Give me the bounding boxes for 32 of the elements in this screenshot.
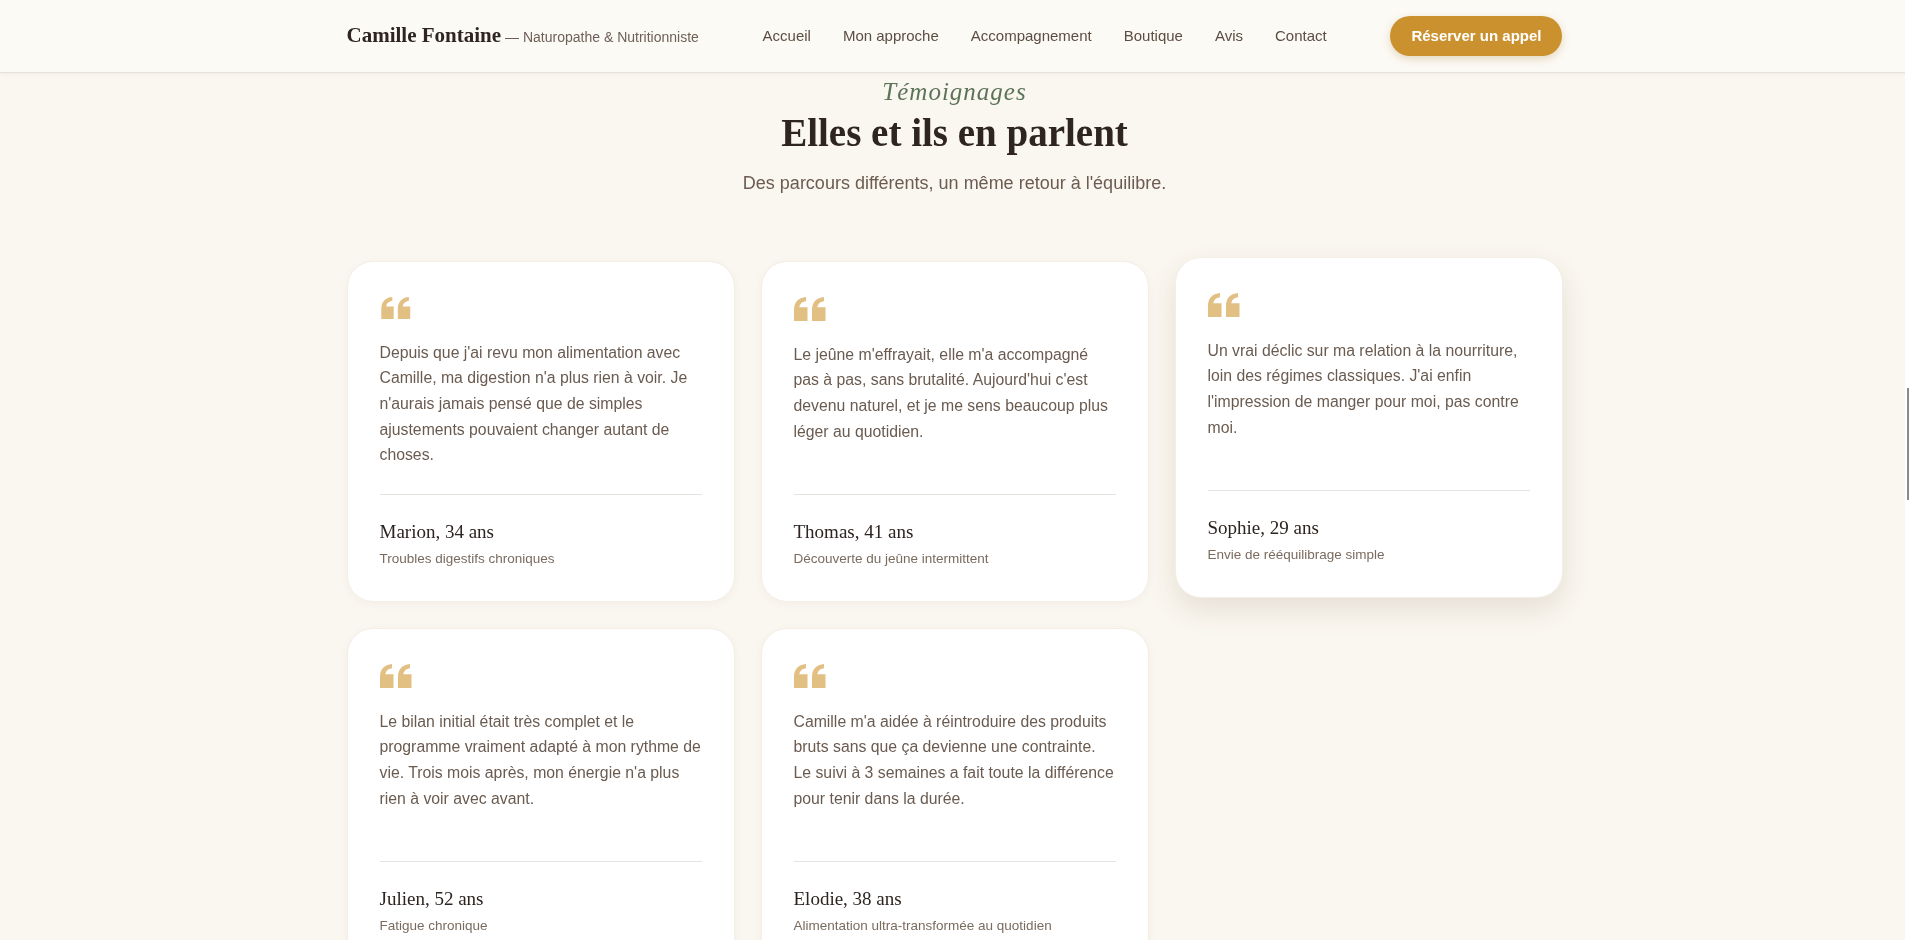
- brand-name[interactable]: Camille Fontaine: [346, 20, 502, 52]
- quote-icon: [1207, 292, 1240, 317]
- nav-link[interactable]: Boutique: [1123, 24, 1183, 48]
- section-title: Elles et ils en parlent: [780, 110, 1129, 157]
- author-context: Découverte du jeûne intermittent: [793, 549, 990, 568]
- nav-link[interactable]: Avis: [1214, 24, 1243, 48]
- author-name: Marion, 34 ans: [379, 520, 495, 544]
- author-context: Troubles digestifs chroniques: [379, 549, 556, 568]
- author-context: Alimentation ultra-transformée au quotidien: [793, 916, 1053, 935]
- nav-link[interactable]: Accueil: [762, 24, 811, 48]
- testimonial-quote: Camille m'a aidée à réintroduire des produits bruts sans que ça devienne une contrainte. Le suivi à 3 semaines a fait toute la différence pour tenir dans la durée.: [793, 711, 1115, 809]
- author-name: Julien, 52 ans: [379, 887, 485, 911]
- testimonial-quote: Le bilan initial était très complet et le programme vraiment adapté à mon rythme de vie. Trois mois après, mon énergie n'a plus rien à voir avec avant.: [379, 711, 702, 809]
- nav-link[interactable]: Contact: [1275, 24, 1327, 48]
- author-name: Sophie, 29 ans: [1207, 516, 1320, 540]
- quote-icon: [793, 296, 826, 321]
- quote-icon: [379, 663, 412, 688]
- section-subtitle: Des parcours différents, un même retour à l'équilibre.: [741, 171, 1168, 195]
- nav-link[interactable]: Accompagnement: [970, 24, 1092, 48]
- testimonial-quote: Depuis que j'ai revu mon alimentation avec Camille, ma digestion n'a plus rien à voir. Je n'aurais jamais pensé que de simples ajustements pouvaient changer autant de choses.: [379, 342, 689, 466]
- author-context: Fatigue chronique: [379, 916, 489, 935]
- author-name: Thomas, 41 ans: [793, 520, 915, 544]
- brand-tagline: — Naturopathe & Nutritionniste: [505, 28, 699, 48]
- author-context: Envie de rééquilibrage simple: [1207, 545, 1386, 564]
- nav-link[interactable]: Mon approche: [842, 24, 939, 48]
- quote-icon: [379, 296, 412, 319]
- author-name: Elodie, 38 ans: [793, 887, 903, 911]
- testimonial-quote: Un vrai déclic sur ma relation à la nourriture, loin des régimes classiques. J'ai enfin l'impression de manger pour moi, pas contre moi.: [1207, 340, 1520, 438]
- quote-icon: [793, 663, 826, 688]
- section-eyebrow: Témoignages: [881, 77, 1028, 107]
- testimonial-quote: Le jeûne m'effrayait, elle m'a accompagné pas à pas, sans brutalité. Aujourd'hui c'est devenu naturel, et je me sens beaucoup plus léger au quotidien.: [793, 344, 1109, 442]
- scrollbar-thumb[interactable]: [1907, 388, 1909, 500]
